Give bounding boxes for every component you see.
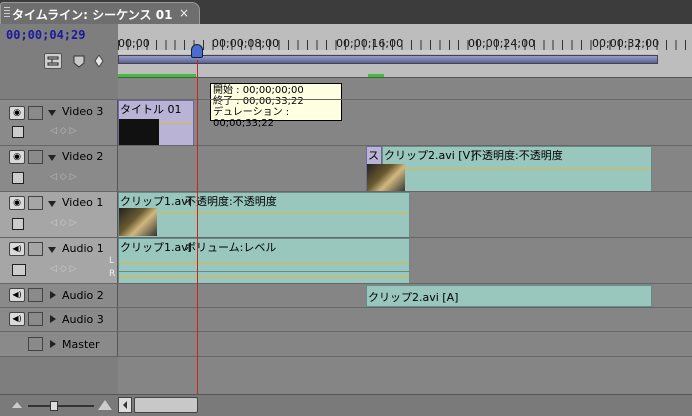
track-header: ◉ Video 1 ◁ ◇ ▷ [0, 192, 118, 237]
clip-title[interactable]: タイトル 01 [118, 100, 194, 146]
tab-title: タイムライン: シーケンス 01 [12, 8, 173, 22]
time-ruler[interactable]: 00;00 00;00;08;00 00;00;16;00 00;00;24;0… [118, 24, 692, 78]
header-filler [0, 358, 118, 394]
lock-toggle[interactable] [28, 196, 43, 210]
tooltip-start: 開始 : 00;00;00;00 [213, 85, 304, 96]
display-style-icon[interactable] [12, 126, 24, 138]
snap-icon[interactable] [44, 53, 62, 69]
lock-toggle[interactable] [28, 106, 43, 120]
expand-icon[interactable] [48, 155, 56, 161]
keyframe-nav[interactable]: ◁ ◇ ▷ [50, 264, 98, 276]
clip-thumbnail [119, 119, 159, 145]
volume-line [119, 277, 409, 278]
lock-toggle[interactable] [28, 337, 43, 351]
track-label: Master [62, 338, 100, 351]
render-bar [118, 74, 196, 77]
track-header: ◉ Video 2 ◁ ◇ ▷ [0, 146, 118, 191]
horizontal-scrollbar-thumb[interactable] [134, 397, 198, 413]
expand-icon[interactable] [48, 247, 56, 253]
channel-divider [119, 271, 409, 272]
channel-right: R [109, 269, 116, 279]
clip-video1[interactable]: クリップ1.avi 不透明度:不透明度 [118, 192, 410, 238]
display-style-icon[interactable] [12, 218, 24, 230]
zoom-slider-handle[interactable] [50, 401, 58, 411]
clip-effect[interactable]: ボリューム:レベル [185, 239, 276, 255]
lock-toggle[interactable] [28, 242, 43, 256]
zoom-slider-track[interactable] [28, 405, 94, 407]
track-master: Master [0, 331, 692, 357]
opacity-line [159, 123, 193, 124]
clip-name: ス [368, 149, 379, 162]
track-audio3: ◀) Audio 3 [0, 307, 692, 331]
display-style-icon[interactable] [12, 172, 24, 184]
lock-toggle[interactable] [28, 150, 43, 164]
expand-icon[interactable] [50, 315, 56, 323]
volume-line [119, 263, 409, 264]
clip-effect[interactable]: 不透明度:不透明度 [185, 193, 277, 209]
expand-icon[interactable] [48, 201, 56, 207]
track-header: ◀) Audio 1 ◁ ◇ ▷ L R [0, 238, 118, 283]
zoom-out-icon[interactable] [12, 402, 22, 408]
playhead-line [197, 60, 198, 394]
track-video2: ◉ Video 2 ◁ ◇ ▷ ス クリップ2.avi [V] 不透明度:不透明… [0, 145, 692, 192]
clip-video2[interactable]: クリップ2.avi [V] 不透明度:不透明度 [382, 146, 652, 192]
channel-left: L [109, 256, 115, 266]
speaker-icon[interactable]: ◀) [9, 242, 25, 256]
keyframe-nav[interactable]: ◁ ◇ ▷ [50, 218, 98, 230]
opacity-line [405, 169, 651, 170]
scroll-left-button[interactable] [118, 397, 132, 413]
track-header: Master [0, 332, 118, 356]
track-video3: ◉ Video 3 ◁ ◇ ▷ タイトル 01 [0, 99, 692, 146]
render-bar [368, 74, 384, 77]
speaker-icon[interactable]: ◀) [9, 288, 25, 302]
eye-icon[interactable]: ◉ [9, 106, 25, 120]
track-label: Audio 3 [62, 313, 104, 326]
track-header: ◉ Video 3 ◁ ◇ ▷ [0, 100, 118, 145]
expand-icon[interactable] [50, 291, 56, 299]
clip-name: クリップ2.avi [A] [368, 291, 459, 304]
expand-icon[interactable] [48, 110, 56, 116]
track-label: Video 2 [62, 150, 104, 163]
track-header: ◀) Audio 2 [0, 284, 118, 307]
keyframe-nav[interactable]: ◁ ◇ ▷ [50, 172, 98, 184]
track-label: Video 1 [62, 196, 104, 209]
track-label: Audio 2 [62, 289, 104, 302]
track-label: Audio 1 [62, 242, 104, 255]
clip-name: クリップ2.avi [V] [384, 149, 475, 162]
timeline-tools [0, 47, 118, 99]
track-video1: ◉ Video 1 ◁ ◇ ▷ クリップ1.avi 不透明度:不透明度 [0, 191, 692, 238]
eye-icon[interactable]: ◉ [9, 196, 25, 210]
expand-icon[interactable] [50, 340, 56, 348]
lock-toggle[interactable] [28, 288, 43, 302]
zoom-in-icon[interactable] [98, 400, 112, 410]
track-label: Video 3 [62, 105, 104, 118]
timeline-panel: タイムライン: シーケンス 01 × 00;00;04;29 00;00 00;… [0, 0, 692, 416]
clip-name: タイトル 01 [120, 103, 182, 116]
track-audio1: ◀) Audio 1 ◁ ◇ ▷ L R クリップ1.avi ボリューム:レベル [0, 237, 692, 284]
tab-bar: タイムライン: シーケンス 01 × [0, 0, 692, 24]
waveform-icon[interactable] [12, 264, 26, 276]
clip-audio2[interactable]: クリップ2.avi [A] [366, 285, 652, 307]
current-timecode[interactable]: 00;00;04;29 [6, 28, 85, 42]
track-header: ◀) Audio 3 [0, 308, 118, 331]
clip-thumbnail [119, 208, 157, 236]
keyframe-icon[interactable] [94, 54, 104, 68]
clip-audio1[interactable]: クリップ1.avi ボリューム:レベル [118, 238, 410, 284]
lock-toggle[interactable] [28, 312, 43, 326]
tab-timeline[interactable]: タイムライン: シーケンス 01 × [0, 2, 200, 24]
grip-icon[interactable] [4, 7, 10, 19]
clip-name: クリップ1.avi [120, 195, 191, 208]
eye-icon[interactable]: ◉ [9, 150, 25, 164]
track-audio2: ◀) Audio 2 クリップ2.avi [A] [0, 283, 692, 307]
speaker-icon[interactable]: ◀) [9, 312, 25, 326]
clip-effect[interactable]: 不透明度:不透明度 [471, 147, 563, 163]
bottom-bar [0, 394, 692, 416]
playhead[interactable] [191, 44, 203, 58]
keyframe-nav[interactable]: ◁ ◇ ▷ [50, 126, 98, 138]
clip-thumbnail [367, 164, 405, 192]
close-icon[interactable]: × [179, 6, 189, 20]
ruler-ticks [118, 40, 692, 50]
marker-icon[interactable] [72, 54, 86, 68]
clip-name: クリップ1.avi [120, 241, 191, 254]
